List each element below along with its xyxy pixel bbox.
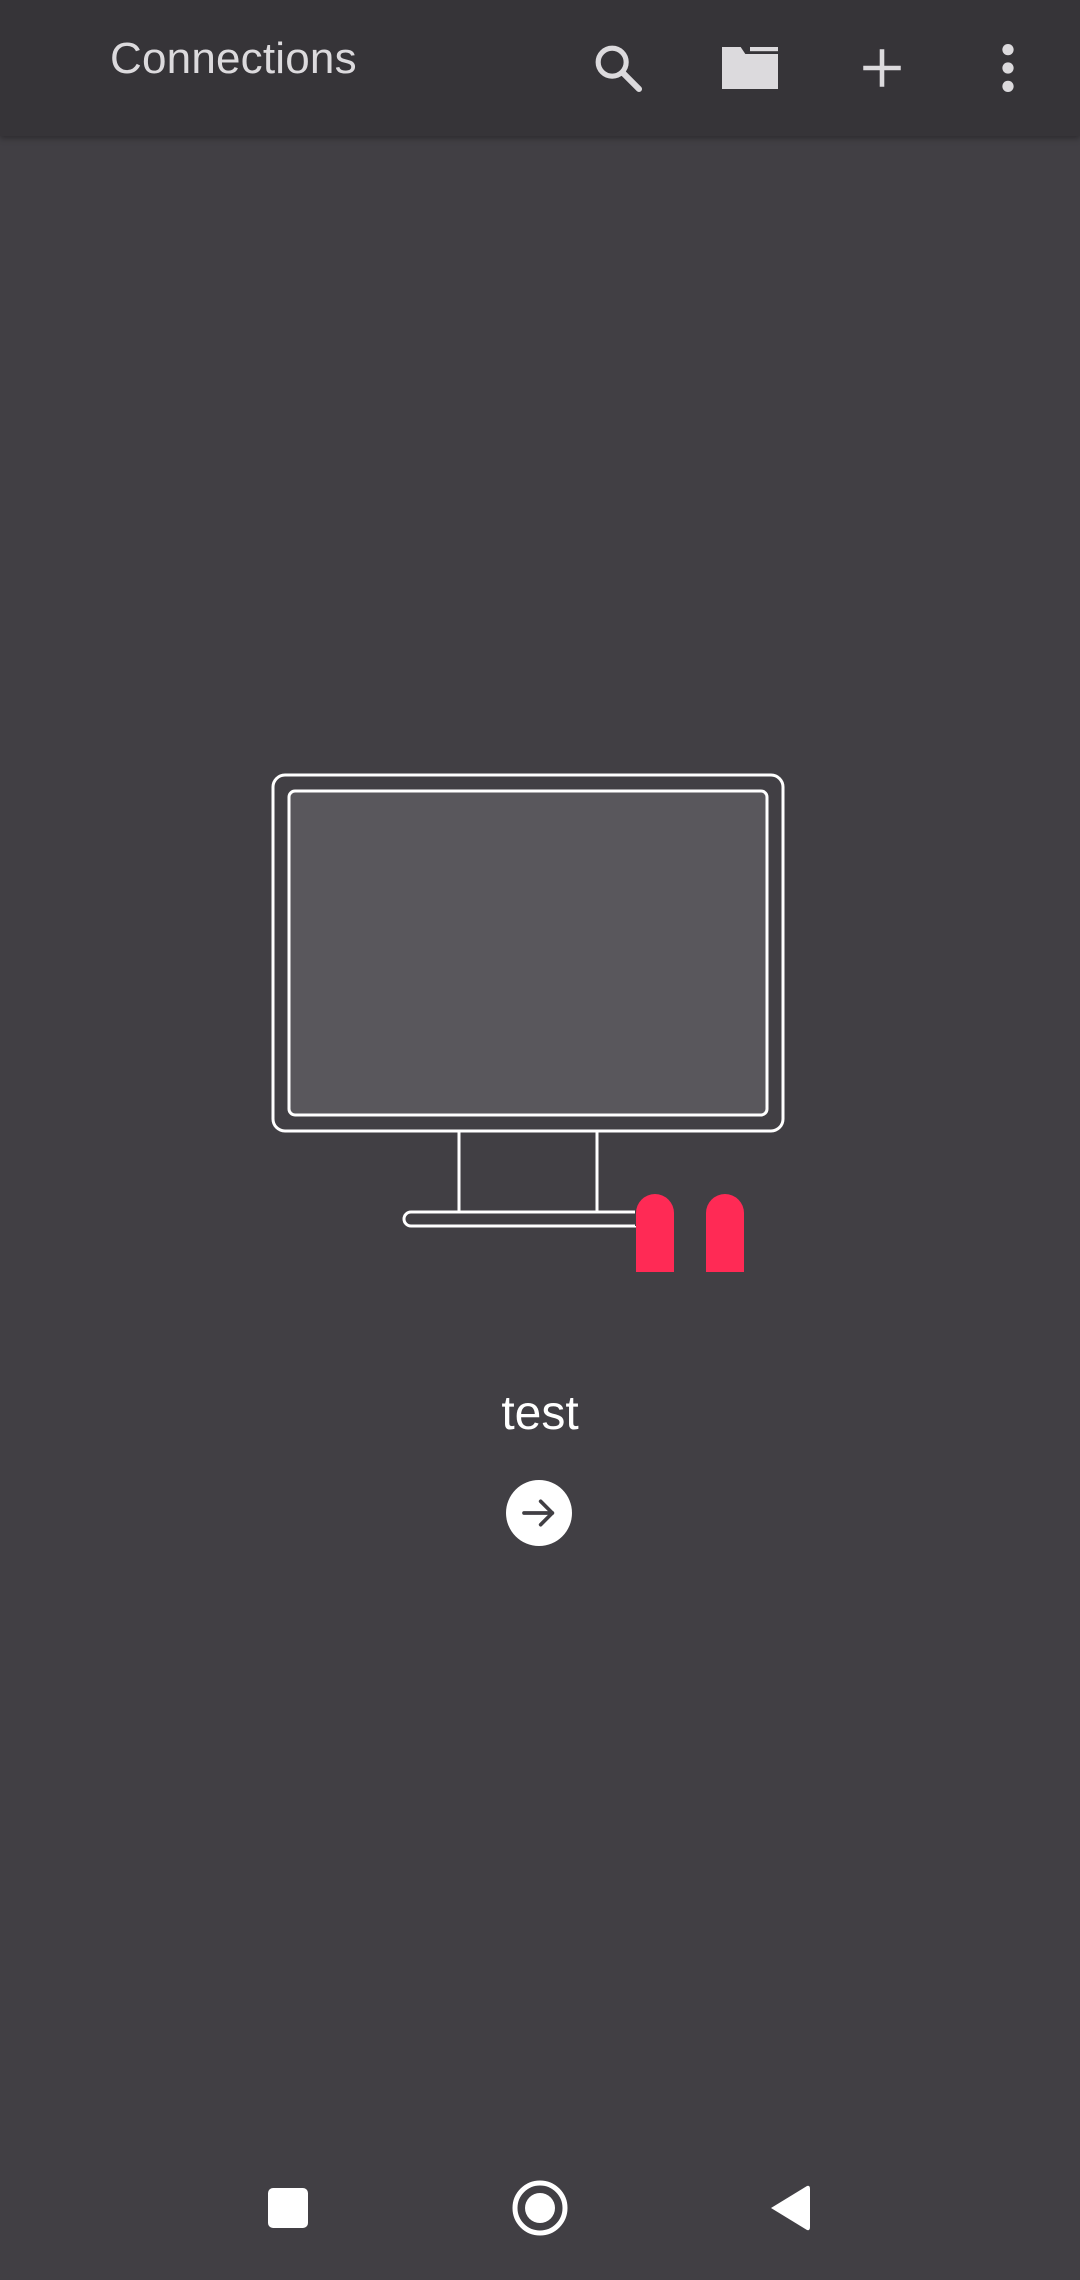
- add-connection-button[interactable]: [842, 28, 922, 108]
- system-navigation-bar: [0, 2136, 1080, 2280]
- back-button[interactable]: [748, 2166, 832, 2250]
- circle-icon: [512, 2180, 568, 2236]
- folder-icon: [722, 47, 778, 89]
- arrow-right-icon: [522, 1499, 555, 1527]
- connection-name: test: [501, 1387, 579, 1440]
- connections-list: test: [0, 136, 1080, 2136]
- search-button[interactable]: [578, 28, 658, 108]
- more-vert-icon: [1002, 43, 1014, 93]
- square-icon: [268, 2188, 308, 2228]
- folder-button[interactable]: [710, 28, 790, 108]
- triangle-back-icon: [771, 2185, 810, 2231]
- more-options-button[interactable]: [968, 28, 1048, 108]
- app-bar: Connections: [0, 0, 1080, 136]
- home-button[interactable]: [498, 2166, 582, 2250]
- connection-card[interactable]: [270, 772, 790, 1448]
- pause-icon: [635, 1194, 744, 1448]
- recents-button[interactable]: [246, 2166, 330, 2250]
- search-icon: [595, 45, 643, 93]
- page-title: Connections: [110, 34, 357, 83]
- connect-button[interactable]: [506, 1480, 572, 1546]
- plus-icon: [863, 49, 901, 87]
- monitor-icon: [271, 773, 785, 1448]
